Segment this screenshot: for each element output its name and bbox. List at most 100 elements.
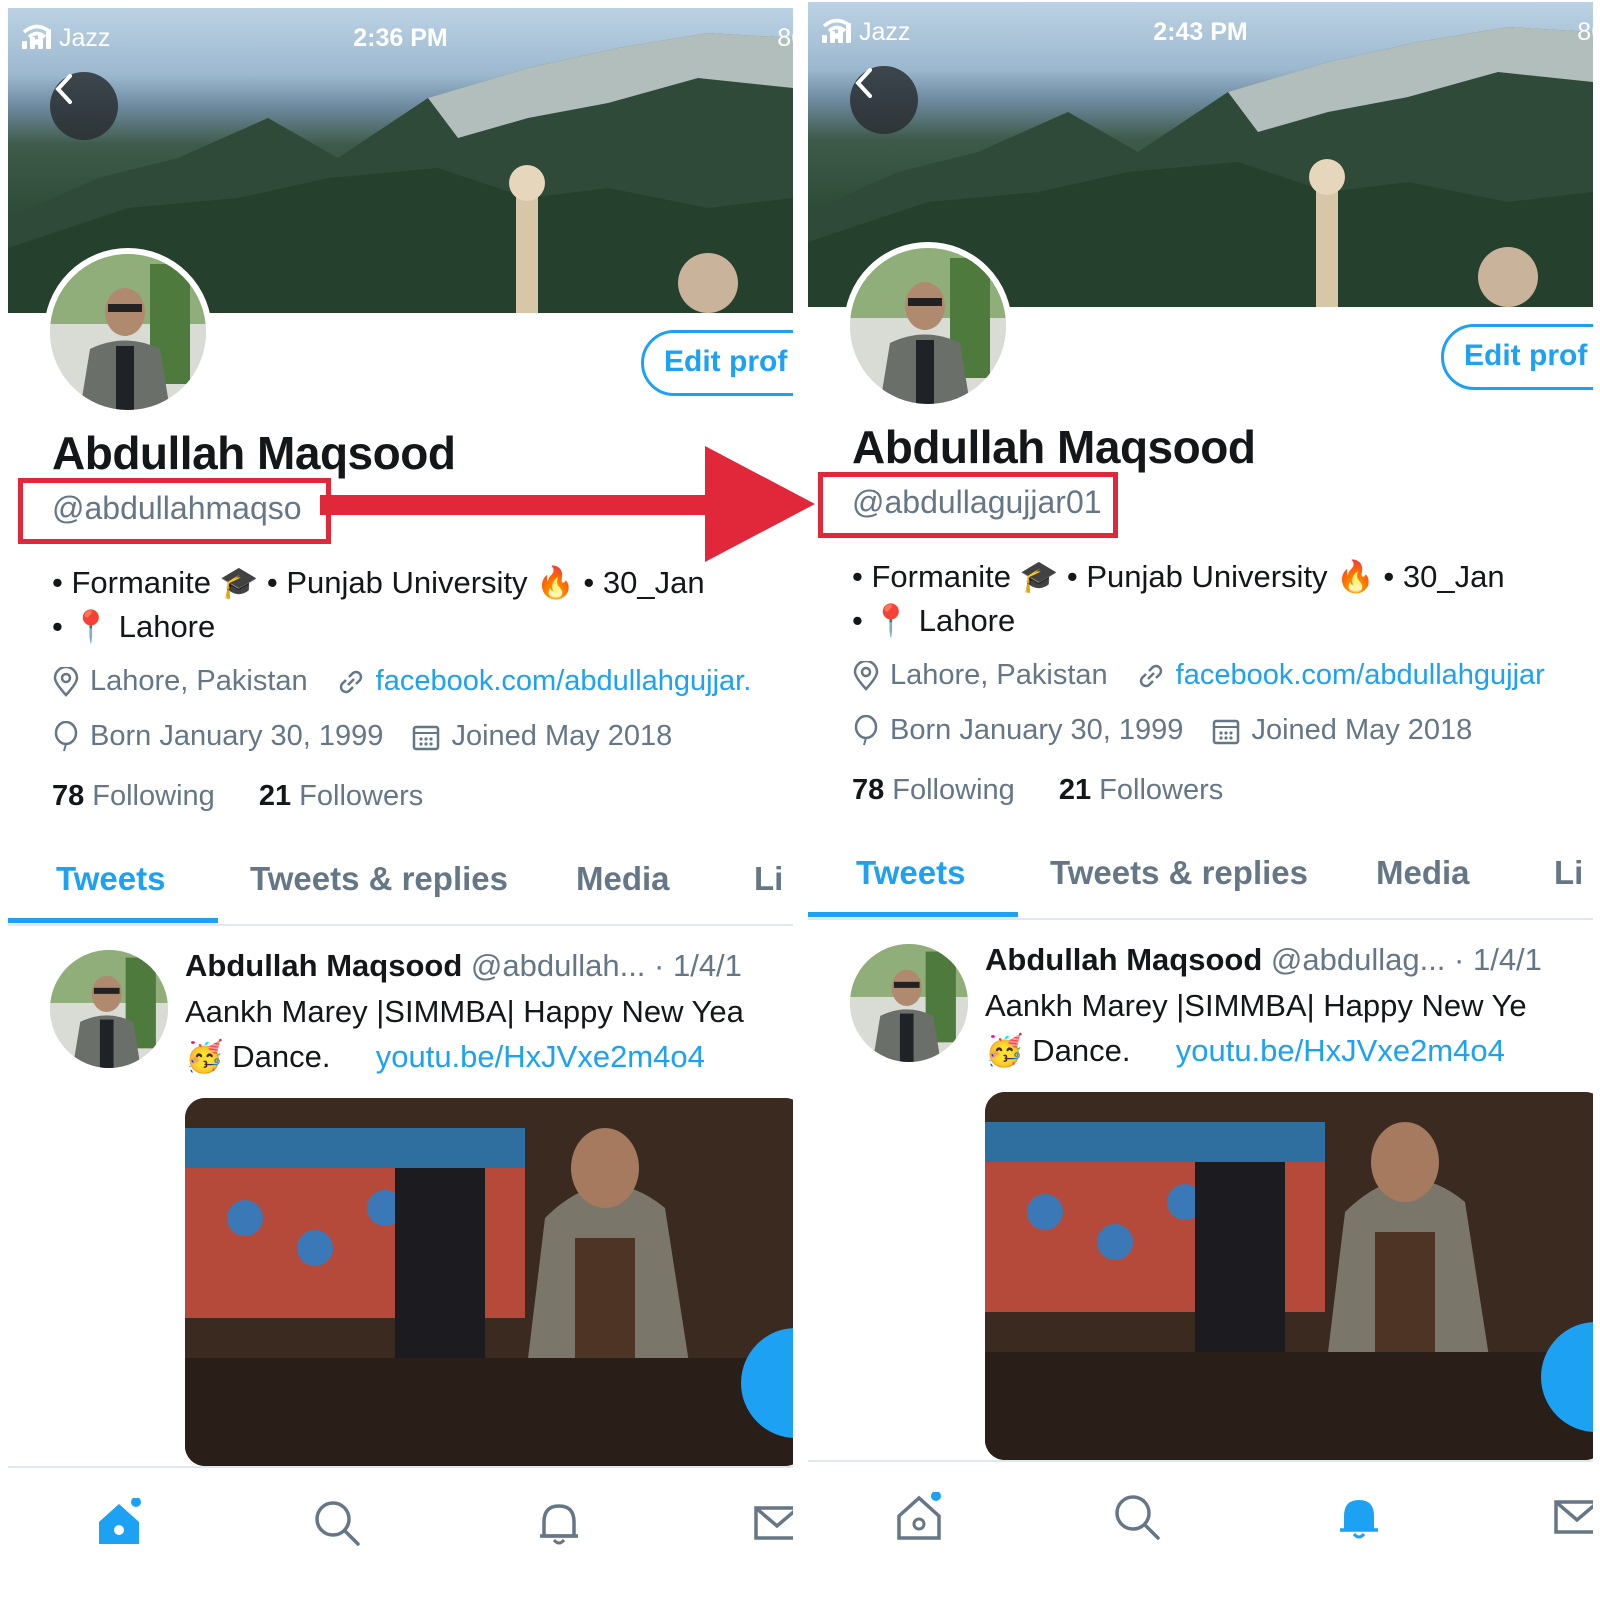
battery-percent: 86 [777,24,793,52]
tweet-media-image[interactable] [985,1092,1593,1460]
battery-percent: 86 [1577,18,1593,46]
nav-search[interactable] [312,1498,362,1553]
bottom-nav [808,1460,1593,1582]
highlight-box [18,478,331,544]
tweet-link[interactable]: youtu.be/HxJVxe2m4o4 [376,1039,705,1074]
nav-messages[interactable] [752,1498,793,1553]
profile-tabs: Tweets Tweets & replies Media Li [8,844,793,926]
tweet-header: Abdullah Maqsood @abdullah... · 1/4/1 [185,948,742,984]
tab-tweets-replies[interactable]: Tweets & replies [1050,854,1308,892]
location-text: Lahore, Pakistan [90,665,308,697]
tweet-media-image[interactable] [185,1098,793,1466]
search-icon [1115,1495,1160,1540]
follow-stats: 78 Following 21 Followers [52,780,423,813]
tab-tweets[interactable]: Tweets [856,854,965,892]
tweet-meta: @abdullah... · 1/4/1 [470,948,742,983]
profile-screen-before: Jazz 2:36 PM 86 Edit prof Abdullah Maqso… [8,8,793,1588]
pin-emoji: 📍 [71,609,111,644]
graduation-cap-emoji: 🎓 [1019,559,1059,594]
following-link[interactable]: 78 Following [52,780,215,812]
nav-messages[interactable] [1552,1492,1593,1547]
tweet-avatar[interactable] [850,944,968,1062]
tab-likes[interactable]: Li [1554,854,1583,892]
profile-meta-row-1: Lahore, Pakistan facebook.com/abdullahgu… [52,665,751,698]
balloon-icon [854,714,878,745]
profile-meta-row-1: Lahore, Pakistan facebook.com/abdullahgu… [852,659,1545,692]
follow-stats: 78 Following 21 Followers [852,774,1223,807]
bio-line-2: • 📍 Lahore [852,603,1016,638]
profile-avatar[interactable] [844,242,1012,410]
home-icon [99,1497,141,1544]
link-icon [1139,664,1162,687]
nav-notifications[interactable] [534,1498,584,1553]
back-button[interactable] [850,66,918,134]
status-bar: Jazz 2:43 PM 86 [808,2,1593,58]
party-face-emoji: 🥳 [985,1033,1024,1068]
joined-text: Joined May 2018 [451,720,673,752]
balloon-icon [54,720,78,751]
calendar-icon [1213,719,1240,744]
chevron-left-icon [55,74,72,104]
location-icon [853,660,879,691]
website-link[interactable]: facebook.com/abdullahgujjar [1176,659,1545,692]
party-face-emoji: 🥳 [185,1039,224,1074]
bottom-nav [8,1466,793,1588]
edit-profile-button[interactable]: Edit prof [1441,324,1593,390]
calendar-icon [413,725,440,750]
website-link[interactable]: facebook.com/abdullahgujjar. [376,665,752,698]
joined-text: Joined May 2018 [1251,714,1473,746]
search-icon [315,1501,360,1546]
tab-tweets[interactable]: Tweets [56,860,165,898]
red-arrow-annotation [320,446,815,562]
tweet-author: Abdullah Maqsood [185,948,463,983]
bell-icon [540,1504,578,1545]
tab-likes[interactable]: Li [754,860,783,898]
tab-media[interactable]: Media [576,860,670,898]
bio-line-1: • Formanite 🎓 • Punjab University 🔥 • 30… [52,565,705,600]
fire-emoji: 🔥 [536,565,575,600]
active-tab-indicator [8,918,218,923]
mail-icon [1554,1500,1593,1534]
active-tab-indicator [808,912,1018,917]
bio-line-2: • 📍 Lahore [52,609,216,644]
location-icon [53,666,79,697]
birthday-text: Born January 30, 1999 [90,720,384,752]
nav-home[interactable] [894,1491,944,1547]
edit-profile-button[interactable]: Edit prof [641,330,793,396]
highlight-box [818,472,1118,538]
followers-link[interactable]: 21 Followers [259,780,423,812]
nav-notifications[interactable] [1334,1492,1384,1547]
tweet-header: Abdullah Maqsood @abdullag... · 1/4/1 [985,942,1542,978]
home-icon [897,1491,941,1540]
tweet-avatar[interactable] [50,950,168,1068]
chevron-left-icon [855,68,872,98]
following-link[interactable]: 78 Following [852,774,1015,806]
tweet-text-2: 🥳 Dance. youtu.be/HxJVxe2m4o4 [185,1039,705,1074]
link-icon [339,670,362,693]
tweet-link[interactable]: youtu.be/HxJVxe2m4o4 [1176,1033,1505,1068]
nav-search[interactable] [1112,1492,1162,1547]
profile-meta-row-2: Born January 30, 1999 Joined May 2018 [852,714,1472,747]
tweet-text-2: 🥳 Dance. youtu.be/HxJVxe2m4o4 [985,1033,1505,1068]
status-time: 2:43 PM [1153,18,1248,46]
status-bar: Jazz 2:36 PM 86 [8,8,793,64]
back-button[interactable] [50,72,118,140]
followers-link[interactable]: 21 Followers [1059,774,1223,806]
birthday-text: Born January 30, 1999 [890,714,1184,746]
profile-avatar[interactable] [44,248,212,416]
tweet-meta: @abdullag... · 1/4/1 [1270,942,1542,977]
tab-tweets-replies[interactable]: Tweets & replies [250,860,508,898]
nav-home[interactable] [94,1497,144,1553]
tweet-text: Aankh Marey |SIMMBA| Happy New Yea [185,994,744,1029]
profile-screen-after: Jazz 2:43 PM 86 Edit prof Abdullah Maqso… [808,2,1593,1582]
location-text: Lahore, Pakistan [890,659,1108,691]
bell-icon [1340,1500,1378,1539]
display-name: Abdullah Maqsood [852,421,1256,473]
status-time: 2:36 PM [353,24,448,52]
tweet-text: Aankh Marey |SIMMBA| Happy New Ye [985,988,1527,1023]
bio-line-1: • Formanite 🎓 • Punjab University 🔥 • 30… [852,559,1505,594]
mail-icon [754,1506,793,1540]
tab-media[interactable]: Media [1376,854,1470,892]
fire-emoji: 🔥 [1336,559,1375,594]
graduation-cap-emoji: 🎓 [219,565,259,600]
